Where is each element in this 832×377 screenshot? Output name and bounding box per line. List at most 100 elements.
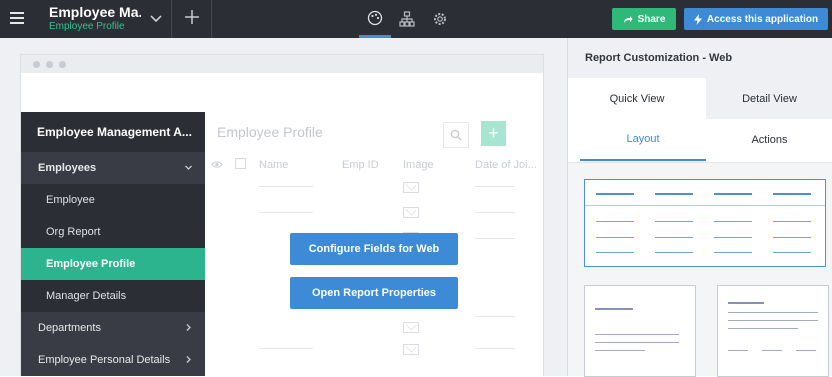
sidebar-item-employee-personal-details[interactable]: Employee Personal Details — [21, 344, 205, 376]
app-subtitle: Employee Profile — [49, 21, 125, 32]
placeholder-line — [259, 212, 313, 213]
placeholder-line — [259, 186, 313, 187]
layout-line — [714, 252, 752, 253]
layout-options — [568, 162, 832, 377]
share-button[interactable]: Share — [612, 8, 676, 30]
layout-line — [595, 334, 679, 335]
frame-titlebar — [21, 55, 543, 73]
layout-line — [728, 328, 798, 329]
panel-title: Report Customization - Web — [568, 38, 832, 78]
placeholder-line — [475, 186, 515, 187]
chevron-down-icon[interactable] — [147, 9, 165, 27]
open-report-properties-button[interactable]: Open Report Properties — [290, 277, 458, 309]
layout-line — [596, 237, 634, 238]
sidebar-item-manager-details[interactable]: Manager Details — [21, 280, 205, 312]
gear-icon[interactable] — [424, 0, 456, 38]
layout-line — [762, 350, 782, 351]
select-all-checkbox[interactable] — [235, 158, 246, 169]
sidebar-item-label: Employee Profile — [46, 258, 136, 270]
layout-line — [595, 342, 679, 343]
share-label: Share — [637, 13, 666, 25]
layout-line — [655, 237, 693, 238]
layout-line — [773, 221, 811, 222]
layout-line — [595, 350, 645, 351]
add-record-button[interactable]: + — [481, 121, 506, 146]
app-title[interactable]: Employee Ma... — [49, 4, 141, 20]
column-header: Name — [259, 159, 289, 171]
layout-option-table[interactable] — [584, 179, 826, 267]
plus-icon[interactable] — [183, 8, 201, 26]
placeholder-line — [475, 238, 515, 239]
access-application-button[interactable]: Access this application — [684, 8, 828, 30]
placeholder-line — [259, 348, 313, 349]
configure-fields-button[interactable]: Configure Fields for Web — [290, 233, 458, 265]
tab-layout[interactable]: Layout — [580, 119, 706, 161]
chevron-down-icon — [185, 165, 192, 170]
layout-option-card[interactable] — [584, 285, 696, 377]
placeholder-line — [475, 316, 515, 317]
layout-line — [655, 221, 693, 222]
mail-icon — [403, 344, 419, 355]
tab-detail-view[interactable]: Detail View — [706, 78, 832, 119]
mail-icon — [403, 207, 419, 218]
layout-line — [773, 252, 811, 253]
column-header: Date of Joi... — [475, 159, 537, 171]
tab-quick-view[interactable]: Quick View — [568, 78, 706, 119]
sidebar-item-org-report[interactable]: Org Report — [21, 216, 205, 248]
column-header: Image — [403, 159, 434, 171]
window-dot — [46, 60, 53, 68]
layout-line — [728, 320, 818, 321]
layout-line — [728, 350, 748, 351]
placeholder-line — [475, 348, 515, 349]
sidebar-item-label: Org Report — [46, 226, 101, 238]
layout-line — [596, 252, 634, 253]
layout-line — [714, 193, 752, 195]
window-dot — [59, 60, 66, 68]
mail-icon — [403, 322, 419, 333]
report-table-header: Name Emp ID Image Date of Joi... — [205, 156, 543, 174]
column-header: Emp ID — [342, 159, 379, 171]
sidebar-item-label: Departments — [38, 322, 101, 334]
customization-panel: Report Customization - Web Quick View De… — [567, 38, 832, 377]
top-bar: Employee Ma... Employee Profile Share Ac… — [0, 0, 832, 38]
sidebar-item-employee-profile[interactable]: Employee Profile — [21, 248, 205, 280]
layout-line — [596, 221, 634, 222]
chevron-right-icon — [186, 324, 191, 331]
layout-line — [595, 308, 633, 310]
menu-icon[interactable] — [10, 12, 24, 24]
palette-icon[interactable] — [359, 0, 391, 38]
sidebar-item-employee[interactable]: Employee — [21, 184, 205, 216]
layout-line — [728, 302, 764, 304]
chevron-right-icon — [186, 356, 191, 363]
layout-line — [655, 252, 693, 253]
layout-divider — [585, 205, 825, 206]
layout-option-detail[interactable] — [717, 285, 829, 377]
share-arrow-icon — [623, 15, 633, 23]
layout-line — [773, 237, 811, 238]
lightning-icon — [693, 13, 702, 25]
sidebar-item-label: Employees — [38, 162, 97, 174]
layout-line — [796, 350, 816, 351]
layout-line — [773, 193, 811, 195]
report-title: Employee Profile — [217, 124, 323, 140]
sidebar-app-title: Employee Management A... — [21, 112, 205, 152]
divider — [211, 0, 212, 38]
layout-line — [714, 221, 752, 222]
placeholder-line — [475, 212, 515, 213]
layout-line — [728, 312, 818, 313]
search-button[interactable] — [443, 122, 469, 148]
search-icon — [450, 129, 462, 141]
access-label: Access this application — [706, 13, 819, 25]
sidebar-item-employees[interactable]: Employees — [21, 152, 205, 184]
hierarchy-icon[interactable] — [391, 0, 423, 38]
divider — [171, 0, 172, 38]
mail-icon — [403, 182, 419, 193]
sidebar-item-departments[interactable]: Departments — [21, 312, 205, 344]
sidebar-item-label: Manager Details — [46, 290, 127, 302]
tab-actions[interactable]: Actions — [706, 119, 832, 161]
layout-line — [596, 193, 634, 195]
sidebar-item-label: Employee — [46, 194, 95, 206]
app-sidebar: Employee Management A... Employees Emplo… — [21, 112, 205, 376]
sidebar-item-label: Employee Personal Details — [38, 354, 171, 366]
layout-line — [714, 237, 752, 238]
